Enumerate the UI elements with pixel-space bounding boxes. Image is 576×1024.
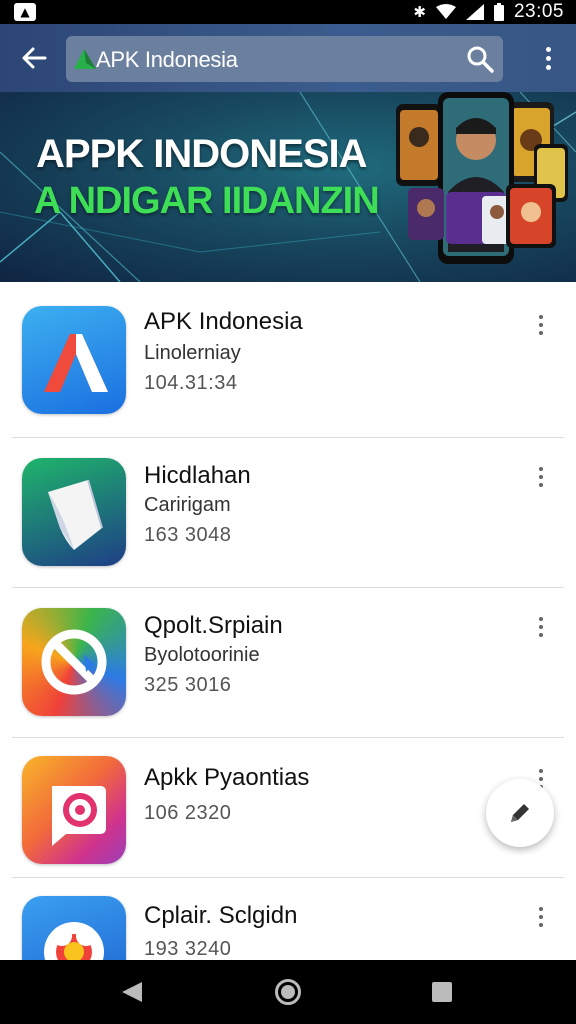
- search-field[interactable]: APK Indonesia: [66, 36, 503, 82]
- back-button[interactable]: [14, 38, 54, 78]
- status-icons: ✱ 23:05: [413, 0, 564, 24]
- banner-subtitle: A NDIGAR IIDANZIN: [34, 180, 380, 222]
- app-subtitle: Byolotoorinie: [144, 644, 260, 666]
- more-vert-icon[interactable]: [536, 40, 560, 76]
- battery-icon: [493, 3, 504, 21]
- app-name: Apkk Pyaontias: [144, 764, 310, 791]
- nav-recents-icon[interactable]: [432, 982, 452, 1002]
- app-number: 325 3016: [144, 674, 232, 696]
- app-notification-icon: ▲: [14, 3, 36, 21]
- search-icon[interactable]: [465, 44, 495, 74]
- bluetooth-icon: ✱: [413, 3, 426, 21]
- nav-back-icon[interactable]: [120, 980, 144, 1004]
- status-bar: ▲ ✱ 23:05: [0, 0, 576, 24]
- app-number: 163 3048: [144, 524, 232, 546]
- screen: ▲ ✱ 23:05 APK Indonesia APPK INDONESIA A…: [0, 0, 576, 1024]
- list-item[interactable]: Qpolt.Srpiain Byolotoorinie 325 3016: [0, 588, 576, 738]
- more-vert-icon[interactable]: [530, 462, 552, 492]
- phones-illustration: [396, 92, 568, 264]
- search-input[interactable]: APK Indonesia: [96, 47, 238, 73]
- pencil-icon: [511, 804, 529, 822]
- app-number: 106 2320: [144, 802, 232, 824]
- more-vert-icon[interactable]: [530, 612, 552, 642]
- apk-a-icon: [22, 306, 126, 414]
- promo-banner[interactable]: APPK INDONESIA A NDIGAR IIDANZIN: [0, 92, 576, 282]
- apk-logo-icon: [74, 49, 96, 69]
- nav-home-icon[interactable]: [275, 979, 301, 1005]
- app-subtitle: Linolerniay: [144, 342, 241, 364]
- no-sign-icon: [22, 608, 126, 716]
- document-icon: [22, 458, 126, 566]
- chat-bubble-icon: [22, 756, 126, 864]
- list-item[interactable]: Cplair. Sclgidn 193 3240: [0, 878, 576, 1004]
- app-name: Qpolt.Srpiain: [144, 612, 283, 639]
- app-number: 104.31:34: [144, 372, 238, 394]
- app-name: APK Indonesia: [144, 308, 303, 335]
- more-vert-icon[interactable]: [530, 310, 552, 340]
- wifi-icon: [435, 4, 456, 19]
- app-number: 193 3240: [144, 938, 232, 960]
- signal-icon: [465, 4, 484, 20]
- app-name: Cplair. Sclgidn: [144, 902, 298, 929]
- more-vert-icon[interactable]: [530, 902, 552, 932]
- clock: 23:05: [513, 1, 564, 22]
- back-arrow-icon: [22, 47, 47, 69]
- app-name: Hicdlahan: [144, 462, 251, 489]
- edit-fab-button[interactable]: [486, 779, 554, 847]
- list-item[interactable]: Hicdlahan Caririgam 163 3048: [0, 438, 576, 588]
- banner-title: APPK INDONESIA: [36, 132, 367, 176]
- system-nav-bar: [0, 960, 576, 1024]
- app-subtitle: Caririgam: [144, 494, 231, 516]
- list-item[interactable]: APK Indonesia Linolerniay 104.31:34: [0, 282, 576, 438]
- app-bar: APK Indonesia: [0, 24, 576, 92]
